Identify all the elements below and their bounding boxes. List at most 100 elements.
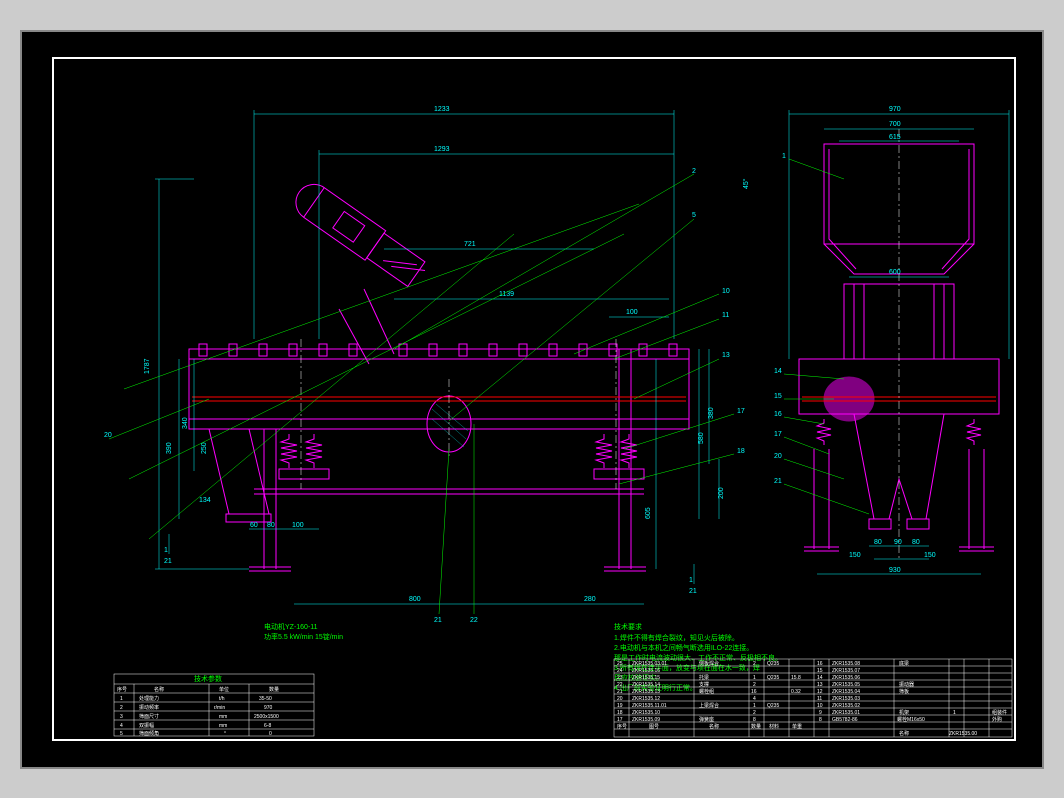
rn-21: 21 xyxy=(774,478,782,485)
svg-text:双振幅: 双振幅 xyxy=(139,722,154,729)
svg-text:1: 1 xyxy=(953,710,956,716)
svg-text:筛面尺寸: 筛面尺寸 xyxy=(139,713,159,720)
svg-text:1: 1 xyxy=(753,675,756,681)
svg-text:单重: 单重 xyxy=(792,723,802,730)
svg-text:ZKR1535.04: ZKR1535.04 xyxy=(832,689,860,695)
svg-text:2: 2 xyxy=(120,705,123,711)
motor-note-1: 电动机YZ-160-11 xyxy=(264,622,318,631)
rn-16: 16 xyxy=(774,411,782,418)
svg-text:ZKR1535.05: ZKR1535.05 xyxy=(832,682,860,688)
svg-text:4: 4 xyxy=(753,696,756,702)
svg-text:序号: 序号 xyxy=(117,686,127,693)
svg-text:支撑: 支撑 xyxy=(699,681,709,688)
dim-r90: 90 xyxy=(894,539,902,546)
svg-text:15.8: 15.8 xyxy=(791,675,801,681)
dim-1787: 1787 xyxy=(144,358,151,374)
svg-text:筛面倾角: 筛面倾角 xyxy=(139,730,159,737)
ln-21: 21 xyxy=(434,617,442,624)
svg-text:8: 8 xyxy=(819,717,822,723)
cad-canvas[interactable]: 1233 1293 721 1139 100 1787 390 340 250 … xyxy=(20,30,1044,769)
svg-text:筛板: 筛板 xyxy=(899,688,909,695)
dim-45deg: 45° xyxy=(742,178,750,189)
svg-text:°: ° xyxy=(224,731,226,737)
svg-text:ZKR1535.08: ZKR1535.08 xyxy=(832,661,860,667)
ln-20: 20 xyxy=(104,432,112,439)
svg-text:Q235: Q235 xyxy=(767,661,779,667)
svg-text:ZKR1535.14: ZKR1535.14 xyxy=(632,682,660,688)
svg-text:螺栓组: 螺栓组 xyxy=(699,688,714,695)
ln-10: 10 xyxy=(722,288,730,295)
svg-text:0.32: 0.32 xyxy=(791,689,801,695)
svg-text:数量: 数量 xyxy=(751,723,761,730)
svg-text:2500x1500: 2500x1500 xyxy=(254,714,279,720)
tech-title: 技术要求 xyxy=(614,622,642,631)
svg-text:10: 10 xyxy=(817,703,823,709)
svg-text:970: 970 xyxy=(264,705,273,711)
svg-text:3: 3 xyxy=(120,714,123,720)
ln-13: 13 xyxy=(722,352,730,359)
dim-340: 340 xyxy=(182,417,189,429)
svg-text:组装件: 组装件 xyxy=(992,709,1007,716)
rn-14: 14 xyxy=(774,368,782,375)
svg-text:ZKR1535.03.01: ZKR1535.03.01 xyxy=(632,661,667,667)
svg-text:序号: 序号 xyxy=(617,723,627,730)
svg-text:6-8: 6-8 xyxy=(264,723,271,729)
dim-r80b: 80 xyxy=(912,539,920,546)
dim-390: 390 xyxy=(166,442,173,454)
svg-text:23: 23 xyxy=(617,675,623,681)
ln-2: 2 xyxy=(692,168,696,175)
leaders-left xyxy=(109,174,734,614)
ln-17: 17 xyxy=(737,408,745,415)
dim-250: 250 xyxy=(201,442,208,454)
svg-text:16: 16 xyxy=(751,689,757,695)
svg-text:25: 25 xyxy=(617,661,623,667)
svg-text:ZKR1535.01: ZKR1535.01 xyxy=(832,710,860,716)
svg-text:16: 16 xyxy=(817,661,823,667)
svg-text:21: 21 xyxy=(617,689,623,695)
svg-text:ZKR1535.06: ZKR1535.06 xyxy=(832,675,860,681)
svg-text:GB5782-86: GB5782-86 xyxy=(832,717,858,723)
dim-r615: 615 xyxy=(889,134,901,141)
svg-text:振动器: 振动器 xyxy=(899,681,914,688)
svg-text:21: 21 xyxy=(164,558,172,565)
svg-text:11: 11 xyxy=(817,696,822,702)
dim-800: 800 xyxy=(409,596,421,603)
param-title: 技术参数 xyxy=(194,674,222,683)
svg-text:托梁: 托梁 xyxy=(699,674,709,681)
svg-text:ZKR1535.03: ZKR1535.03 xyxy=(832,696,860,702)
svg-text:24: 24 xyxy=(617,668,623,674)
left-view-frame xyxy=(189,177,689,571)
svg-text:13: 13 xyxy=(817,682,823,688)
svg-text:1: 1 xyxy=(689,577,693,584)
svg-text:35-50: 35-50 xyxy=(259,696,272,702)
svg-text:机架: 机架 xyxy=(899,709,909,716)
leaders-right xyxy=(784,159,869,514)
svg-text:4: 4 xyxy=(120,723,123,729)
svg-text:18: 18 xyxy=(617,710,623,716)
svg-text:20: 20 xyxy=(617,696,623,702)
dims-left xyxy=(155,110,719,604)
svg-text:ZKR1535.00: ZKR1535.00 xyxy=(949,731,977,737)
svg-text:14: 14 xyxy=(817,675,823,681)
svg-text:ZKR1535.07: ZKR1535.07 xyxy=(832,668,860,674)
dim-r80a: 80 xyxy=(874,539,882,546)
dim-1293: 1293 xyxy=(434,146,450,153)
dim-r930: 930 xyxy=(889,567,901,574)
ln-18: 18 xyxy=(737,448,745,455)
dim-r700: 700 xyxy=(889,121,901,128)
dim-200: 200 xyxy=(718,487,725,499)
ln-11: 11 xyxy=(722,312,729,319)
dim-r150a: 150 xyxy=(849,552,861,559)
dim-80: 80 xyxy=(267,522,275,529)
dim-605: 605 xyxy=(645,507,652,519)
motor-note-2: 功率5.5 kW/min 15锭/min xyxy=(264,632,343,641)
ln-22: 22 xyxy=(470,617,478,624)
svg-text:材料: 材料 xyxy=(769,723,779,730)
svg-text:名称: 名称 xyxy=(899,730,909,737)
svg-text:mm: mm xyxy=(219,714,227,720)
svg-text:单位: 单位 xyxy=(219,686,229,693)
svg-text:处理能力: 处理能力 xyxy=(139,695,159,702)
svg-text:r/min: r/min xyxy=(214,705,225,711)
centerlines-left xyxy=(301,339,616,489)
svg-text:ZKR1535.15: ZKR1535.15 xyxy=(632,675,660,681)
